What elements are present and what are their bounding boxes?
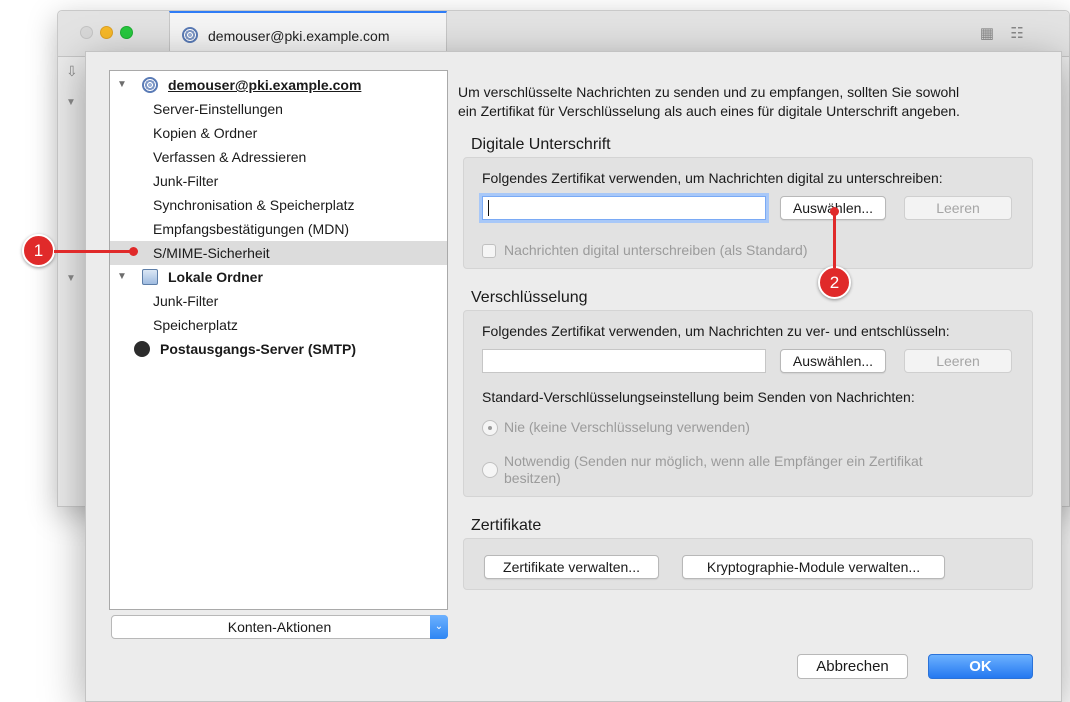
account-settings-dialog: ▼ demouser@pki.example.com Server-Einste… [85,51,1062,702]
tree-item[interactable]: Kopien & Ordner [110,121,447,145]
encryption-default-label: Standard-Verschlüsselungseinstellung bei… [482,389,915,405]
close-window-button[interactable] [80,26,93,39]
certificates-section-title: Zertifikate [471,517,542,534]
expand-triangle-icon[interactable]: ▼ [66,273,76,284]
encryption-section-title: Verschlüsselung [471,289,588,306]
callout-dot-1 [129,247,138,256]
account-name: demouser@pki.example.com [168,77,362,93]
radio-never-label: Nie (keine Verschlüsselung verwenden) [504,419,750,435]
collapse-triangle-icon[interactable]: ▼ [117,73,127,97]
signature-cert-field[interactable] [482,196,766,220]
collapse-triangle-icon[interactable]: ▼ [117,265,127,289]
tree-item-smime-selected[interactable]: S/MIME-Sicherheit [110,241,447,265]
calendar-icon[interactable]: ▦ [978,25,996,43]
encryption-label: Folgendes Zertifikat verwenden, um Nachr… [482,323,950,339]
account-tree: ▼ demouser@pki.example.com Server-Einste… [109,70,448,610]
account-actions-dropdown[interactable]: Konten-Aktionen ⌄ [111,615,448,639]
manage-crypto-modules-button[interactable]: Kryptographie-Module verwalten... [682,555,945,579]
tree-item[interactable]: Speicherplatz [110,313,447,337]
radio-required-label: Notwendig (Senden nur möglich, wenn alle… [504,453,923,486]
callout-marker-2: 2 [818,266,851,299]
tree-item[interactable]: Synchronisation & Speicherplatz [110,193,447,217]
tree-smtp[interactable]: Postausgangs-Server (SMTP) [110,337,447,361]
encryption-clear-button[interactable]: Leeren [904,349,1012,373]
tree-item[interactable]: Junk-Filter [110,169,447,193]
encryption-cert-field[interactable] [482,349,766,373]
callout-dot-2 [830,207,839,216]
expand-triangle-icon[interactable]: ▼ [66,97,76,108]
local-folder-icon [142,269,158,285]
sign-default-checkbox[interactable] [482,244,496,258]
tree-item[interactable]: Junk-Filter [110,289,447,313]
get-mail-icon[interactable]: ⇩ [66,63,78,80]
tree-item[interactable]: Empfangsbestätigungen (MDN) [110,217,447,241]
callout-line-1 [54,250,134,253]
account-icon [142,77,158,93]
signature-section-title: Digitale Unterschrift [471,136,611,153]
tree-local-folders[interactable]: ▼ Lokale Ordner [110,265,447,289]
tree-item[interactable]: Server-Einstellungen [110,97,447,121]
maximize-window-button[interactable] [120,26,133,39]
smtp-server-icon [134,341,150,357]
sign-default-label: Nachrichten digital unterschreiben (als … [504,242,808,258]
certificates-group: Zertifikate verwalten... Kryptographie-M… [463,538,1033,590]
tree-account[interactable]: ▼ demouser@pki.example.com [110,73,447,97]
background-folder-pane: ⇩ ▼ ▼ [58,57,86,506]
radio-required[interactable] [482,462,498,478]
intro-text: Um verschlüsselte Nachrichten zu senden … [458,84,960,119]
chevron-down-icon: ⌄ [430,615,448,639]
minimize-window-button[interactable] [100,26,113,39]
encryption-select-button[interactable]: Auswählen... [780,349,886,373]
signature-label: Folgendes Zertifikat verwenden, um Nachr… [482,170,943,186]
tasks-icon[interactable]: ☷ [1008,25,1026,43]
cancel-button[interactable]: Abbrechen [797,654,908,679]
signature-clear-button[interactable]: Leeren [904,196,1012,220]
ok-button[interactable]: OK [928,654,1033,679]
tree-item[interactable]: Verfassen & Adressieren [110,145,447,169]
callout-line-2 [833,212,836,268]
radio-never[interactable] [482,420,498,436]
account-icon [182,27,198,43]
tab-title: demouser@pki.example.com [208,28,390,44]
manage-certificates-button[interactable]: Zertifikate verwalten... [484,555,659,579]
text-caret [488,200,489,216]
signature-group: Folgendes Zertifikat verwenden, um Nachr… [463,157,1033,269]
callout-marker-1: 1 [22,234,55,267]
encryption-group: Folgendes Zertifikat verwenden, um Nachr… [463,310,1033,497]
